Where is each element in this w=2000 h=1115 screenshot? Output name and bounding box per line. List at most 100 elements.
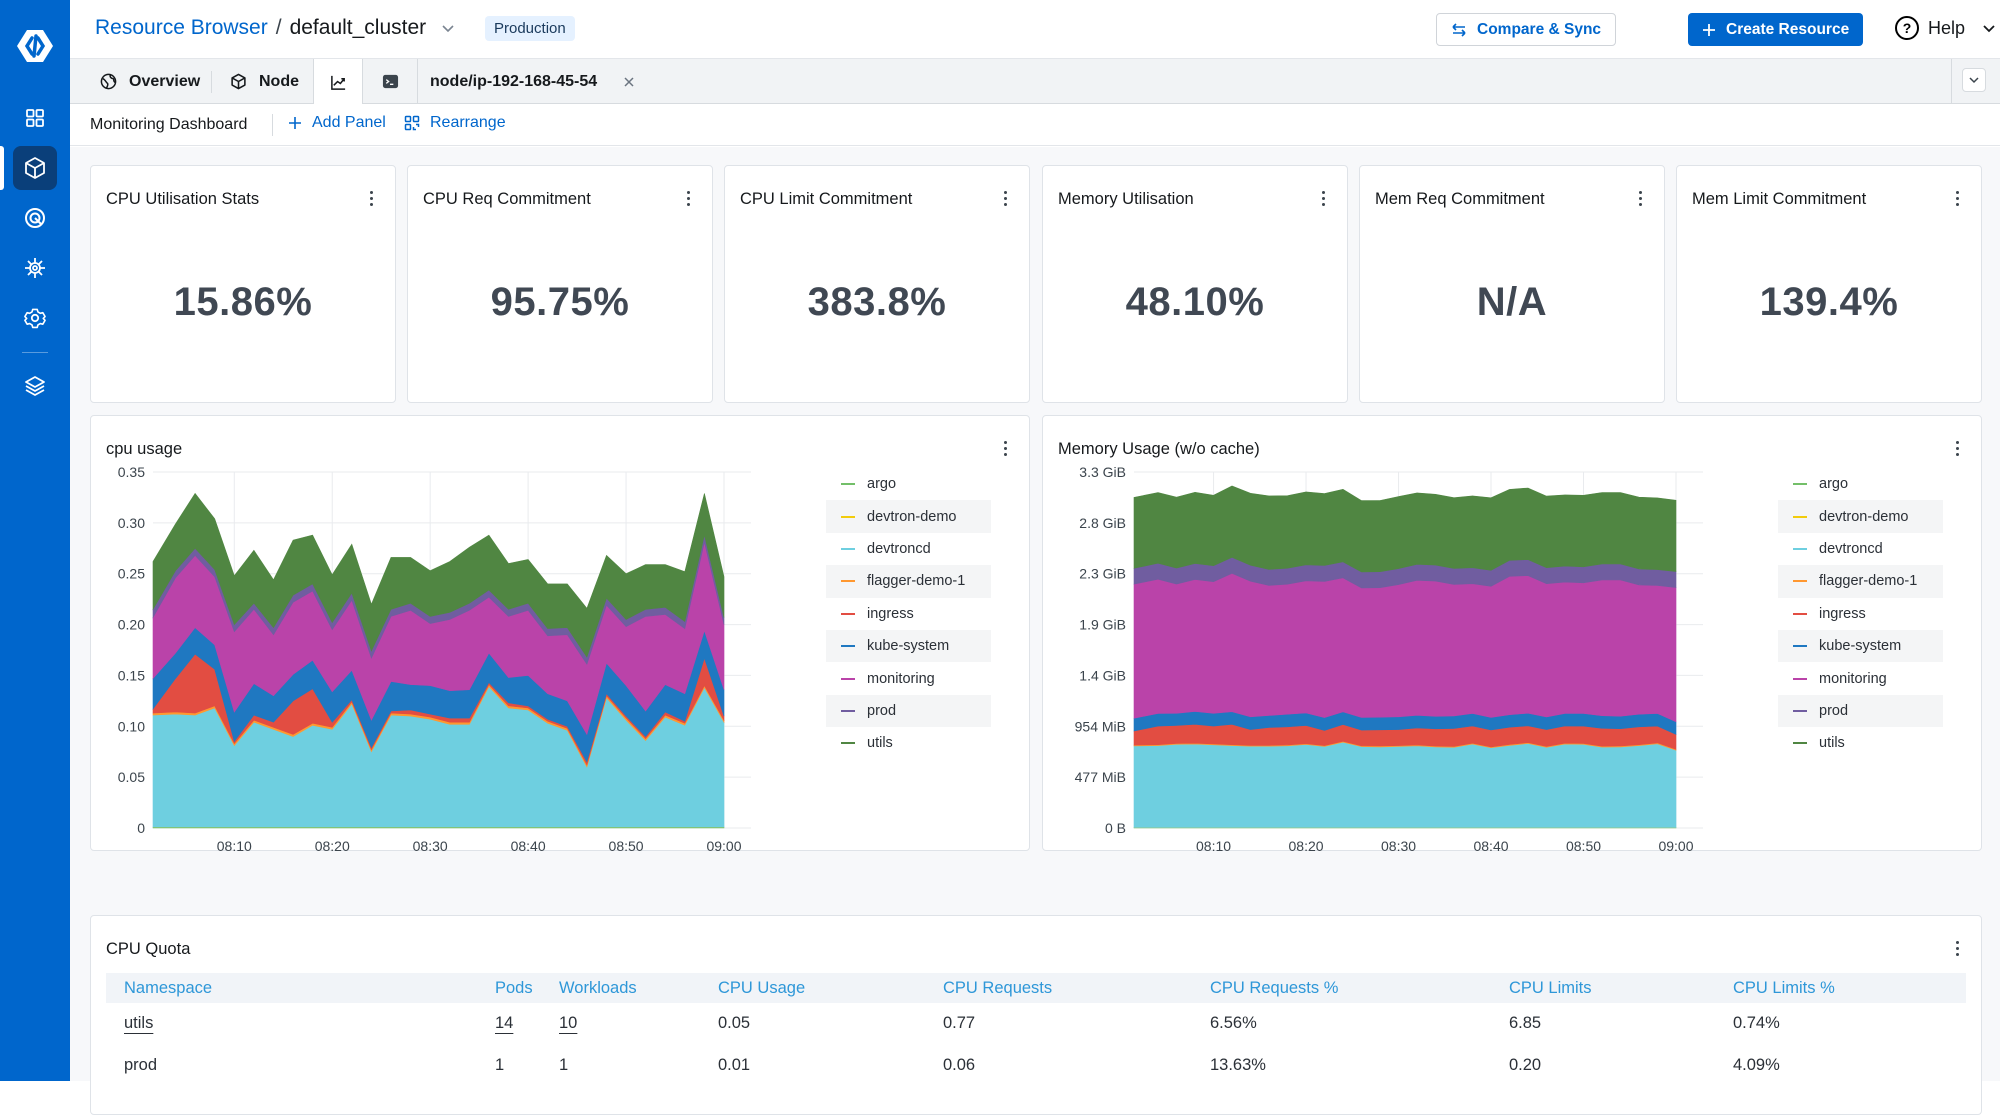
legend-label: argo [867,476,896,492]
legend-item-flagger-demo-1[interactable]: flagger-demo-1 [826,565,991,597]
more-options-icon[interactable] [995,188,1015,208]
tab-node[interactable]: Node [230,59,299,104]
add-panel-button[interactable]: Add Panel [288,114,386,132]
legend-label: argo [1819,476,1848,492]
column-header-cpu-limits[interactable]: CPU Limits [1509,979,1592,998]
sidebar-item-settings[interactable] [13,296,57,340]
legend-label: utils [867,735,893,751]
legend-item-utils[interactable]: utils [1778,727,1943,759]
legend-item-ingress[interactable]: ingress [826,598,991,630]
x-tick-label: 08:50 [609,838,644,852]
area-series-monitoring [1134,573,1676,722]
devtron-logo-icon[interactable] [15,26,55,66]
column-header-workloads[interactable]: Workloads [559,979,637,998]
legend-label: devtron-demo [1819,509,1908,525]
legend-item-monitoring[interactable]: monitoring [1778,662,1943,694]
gear-icon [23,306,47,330]
rearrange-button[interactable]: Rearrange [404,114,506,132]
more-options-icon[interactable] [995,438,1015,458]
stat-panel-mem-limit-commitment: Mem Limit Commitment 139.4% [1676,165,1982,403]
cube-icon [230,73,247,90]
legend-label: devtron-demo [867,509,956,525]
legend-swatch [841,645,855,647]
sidebar-item-applications[interactable] [13,96,57,140]
sidebar-item-security[interactable] [13,196,57,240]
chevron-down-icon[interactable] [440,20,456,36]
create-resource-button[interactable]: Create Resource [1688,13,1863,46]
rearrange-label: Rearrange [430,114,506,132]
dashboard-title: Monitoring Dashboard [90,116,247,134]
legend-item-prod[interactable]: prod [826,695,991,727]
more-options-icon[interactable] [1947,188,1967,208]
legend-item-utils[interactable]: utils [826,727,991,759]
more-options-icon[interactable] [1947,938,1967,958]
legend-item-devtron-demo[interactable]: devtron-demo [826,500,991,532]
legend-item-flagger-demo-1[interactable]: flagger-demo-1 [1778,565,1943,597]
legend-item-devtroncd[interactable]: devtroncd [826,533,991,565]
column-header-cpu-usage[interactable]: CPU Usage [718,979,805,998]
column-header-namespace[interactable]: Namespace [124,979,212,998]
tab-overview[interactable]: Overview [100,59,200,104]
tab-overview-label: Overview [129,73,200,91]
panel-title: CPU Utilisation Stats [106,190,259,209]
x-tick-label: 08:20 [315,838,350,852]
pods-link[interactable]: 14 [495,1014,513,1033]
close-icon[interactable] [621,74,637,90]
cpu-quota-panel: CPU Quota Namespace Pods Workloads CPU U… [90,915,1982,1115]
stat-value: N/A [1360,280,1664,325]
column-header-pods[interactable]: Pods [495,979,533,998]
cpu-limits-cell: 0.20 [1509,1056,1541,1075]
terminal-icon [382,73,399,90]
column-header-cpu-limits-pct[interactable]: CPU Limits % [1733,979,1835,998]
y-tick-label: 0.10 [118,718,145,734]
legend-item-devtron-demo[interactable]: devtron-demo [1778,500,1943,532]
y-tick-label: 0 B [1105,820,1126,836]
legend-item-argo[interactable]: argo [1778,468,1943,500]
svg-text:?: ? [1903,20,1912,36]
x-tick-label: 08:30 [413,838,448,852]
column-header-cpu-requests[interactable]: CPU Requests [943,979,1052,998]
more-options-icon[interactable] [678,188,698,208]
cluster-selector[interactable]: default_cluster [290,16,427,40]
column-header-cpu-requests-pct[interactable]: CPU Requests % [1210,979,1338,998]
helm-icon [23,256,47,280]
sidebar-item-global-config[interactable] [13,246,57,290]
help-menu[interactable]: ? Help [1894,15,1997,41]
legend-label: monitoring [867,671,935,687]
sidebar-item-stack-manager[interactable] [13,364,57,408]
legend-item-ingress[interactable]: ingress [1778,598,1943,630]
more-options-icon[interactable] [1313,188,1333,208]
legend-label: ingress [867,606,914,622]
legend-item-kube-system[interactable]: kube-system [826,630,991,662]
dashboard-toolbar: Monitoring Dashboard Add Panel Rearrange [70,104,2000,146]
tab-monitoring[interactable] [313,59,363,105]
tab-node-detail[interactable]: node/ip-192-168-45-54 [430,59,637,104]
legend-label: kube-system [1819,638,1901,654]
cpu-usage-chart: 00.050.100.150.200.250.300.3508:1008:200… [91,416,831,852]
breadcrumb-separator: / [276,16,282,40]
legend-swatch [841,516,855,518]
stat-value: 383.8% [725,280,1029,325]
y-tick-label: 1.4 GiB [1079,667,1126,683]
legend-item-argo[interactable]: argo [826,468,991,500]
more-options-icon[interactable] [361,188,381,208]
area-series-utils [1134,486,1676,572]
legend-item-devtroncd[interactable]: devtroncd [1778,533,1943,565]
more-options-icon[interactable] [1630,188,1650,208]
y-tick-label: 3.3 GiB [1079,464,1126,480]
y-tick-label: 0.25 [118,566,145,582]
legend-item-monitoring[interactable]: monitoring [826,662,991,694]
legend-item-prod[interactable]: prod [1778,695,1943,727]
panel-title: CPU Req Commitment [423,190,591,209]
legend-item-kube-system[interactable]: kube-system [1778,630,1943,662]
namespace-link[interactable]: utils [124,1014,153,1033]
sidebar-item-resource-browser[interactable] [13,146,57,190]
workloads-link[interactable]: 10 [559,1014,577,1033]
namespace-cell[interactable]: prod [124,1056,157,1075]
breadcrumb-resource-browser[interactable]: Resource Browser [95,16,268,40]
more-tabs-button[interactable] [1962,68,1986,92]
tab-terminal[interactable] [364,59,418,104]
compare-sync-button[interactable]: Compare & Sync [1436,13,1616,46]
x-tick-label: 08:50 [1566,838,1601,852]
more-options-icon[interactable] [1947,438,1967,458]
